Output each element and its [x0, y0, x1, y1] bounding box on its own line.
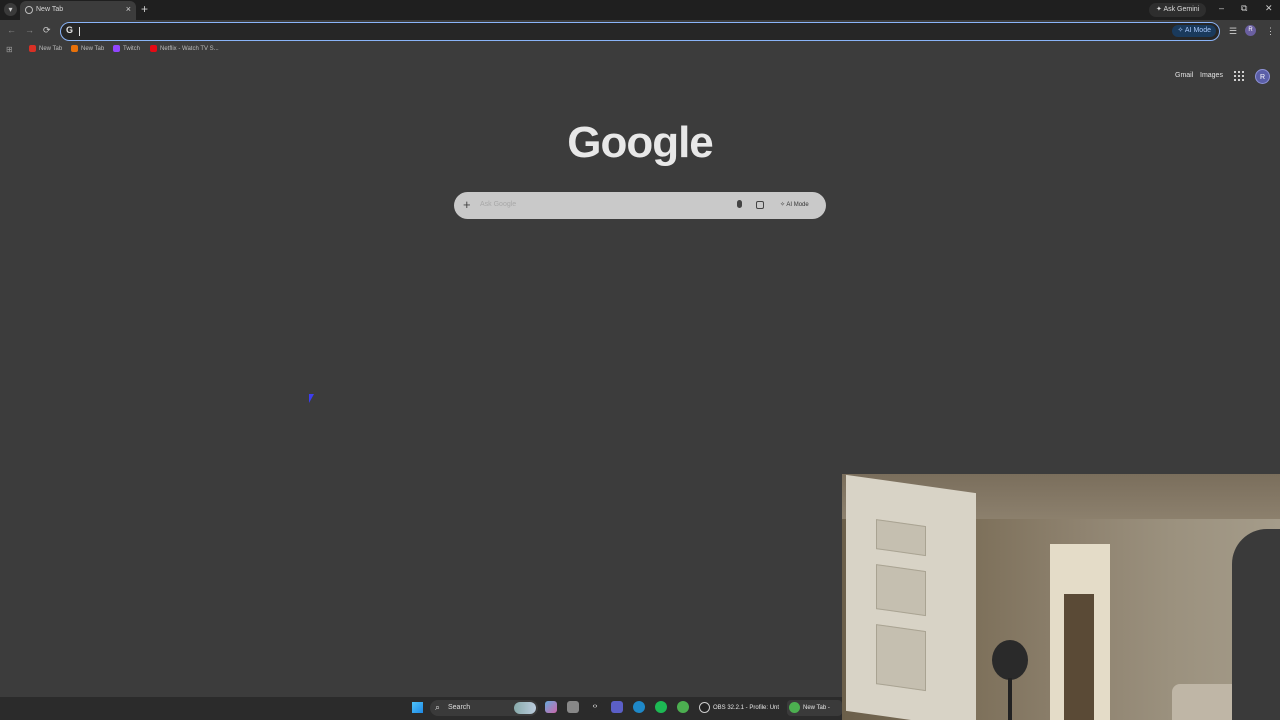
- ask-gemini-label: Ask Gemini: [1163, 6, 1200, 13]
- taskbar-task-obs[interactable]: OBS 32.2.1 - Profile: Unt: [697, 700, 783, 716]
- bookmark-item[interactable]: Twitch: [113, 45, 140, 54]
- chrome-icon[interactable]: [677, 701, 689, 713]
- taskbar-search[interactable]: ⌕ Search: [430, 700, 538, 716]
- search-icon: ⌕: [435, 702, 441, 712]
- search-box[interactable]: + Ask Google ✧ AI Mode: [454, 192, 826, 219]
- teams-icon[interactable]: [611, 701, 623, 713]
- ai-mode-button-label: AI Mode: [786, 202, 809, 208]
- webcam-hallway: [1064, 594, 1094, 720]
- spotify-icon[interactable]: [655, 701, 667, 713]
- bookmark-label: Netflix - Watch TV S...: [160, 46, 219, 53]
- new-tab-button[interactable]: +: [141, 2, 148, 16]
- ai-mode-chip[interactable]: ✧ AI Mode: [1172, 25, 1216, 37]
- profile-avatar-small[interactable]: R: [1245, 25, 1256, 36]
- images-link[interactable]: Images: [1200, 72, 1223, 79]
- ai-mode-button[interactable]: ✧ AI Mode: [780, 201, 809, 208]
- tab-close-icon[interactable]: ×: [126, 4, 131, 14]
- taskbar: ⌕ Search ‹› OBS 32.2.1 - Profile: Unt Ne…: [0, 697, 842, 720]
- webcam-fan: [992, 640, 1028, 680]
- google-lens-icon[interactable]: [756, 201, 764, 209]
- search-placeholder: Ask Google: [480, 201, 517, 208]
- bookmark-favicon-icon: [150, 45, 157, 52]
- mouse-cursor-icon: [309, 394, 314, 403]
- edge-icon[interactable]: [633, 701, 645, 713]
- bookmark-label: New Tab: [39, 46, 63, 53]
- bookmark-item[interactable]: New Tab: [71, 45, 104, 54]
- taskbar-task-label: New Tab - Go: [803, 705, 830, 711]
- close-window-button[interactable]: ✕: [1265, 3, 1273, 14]
- ask-gemini-button[interactable]: ✦ Ask Gemini: [1149, 3, 1207, 17]
- menu-icon[interactable]: ⋮: [1266, 26, 1275, 37]
- address-bar[interactable]: G ✧ AI Mode: [60, 22, 1220, 41]
- add-icon[interactable]: +: [463, 197, 471, 212]
- browser-toolbar: ← → ⟳ G ✧ AI Mode ☰ R ⋮: [0, 20, 1280, 43]
- microphone-icon[interactable]: [737, 200, 742, 208]
- tab-title: New Tab: [36, 6, 64, 13]
- webcam-door: [846, 474, 976, 720]
- gmail-link[interactable]: Gmail: [1175, 72, 1193, 79]
- ai-mode-chip-label: AI Mode: [1184, 27, 1211, 34]
- bookmark-item[interactable]: New Tab: [29, 45, 62, 54]
- door-panel: [876, 519, 926, 557]
- bookmark-favicon-icon: [71, 45, 78, 52]
- bookmark-favicon-icon: [29, 45, 36, 52]
- google-logo: Google: [567, 118, 714, 167]
- bookmark-label: New Tab: [81, 46, 105, 53]
- google-apps-icon[interactable]: [1234, 71, 1244, 81]
- door-panel: [876, 624, 926, 692]
- reload-button[interactable]: ⟳: [43, 25, 51, 36]
- taskbar-task-chrome[interactable]: New Tab - Go: [787, 700, 842, 716]
- start-icon[interactable]: [412, 702, 423, 713]
- file-explorer-icon[interactable]: [567, 701, 579, 713]
- copilot-icon[interactable]: [545, 701, 557, 713]
- google-g-icon: G: [66, 25, 74, 35]
- search-highlight-icon: [514, 702, 536, 714]
- taskbar-search-label: Search: [448, 704, 471, 711]
- forward-button[interactable]: →: [25, 25, 34, 35]
- chrome-icon: [789, 702, 800, 713]
- bookmark-favicon-icon: [113, 45, 120, 52]
- door-panel: [876, 564, 926, 617]
- account-avatar[interactable]: R: [1255, 69, 1270, 84]
- app-icon[interactable]: ‹›: [589, 701, 601, 713]
- text-caret: [79, 27, 80, 36]
- tab-search-icon[interactable]: ▾: [4, 3, 17, 16]
- obs-icon: [699, 702, 710, 713]
- bookmark-label: Twitch: [123, 46, 141, 53]
- bookmark-item[interactable]: Netflix - Watch TV S...: [150, 45, 219, 54]
- bookmarks-bar: ⊞ New Tab New Tab Twitch Netflix - Watch…: [0, 43, 1280, 57]
- chrome-favicon-icon: [25, 6, 33, 14]
- taskbar-task-label: OBS 32.2.1 - Profile: Unt: [713, 705, 780, 711]
- tab-new-tab[interactable]: New Tab ×: [20, 1, 136, 20]
- minimize-button[interactable]: –: [1219, 3, 1224, 13]
- apps-shortcut-icon[interactable]: ⊞: [6, 45, 13, 54]
- webcam-person: [1232, 529, 1280, 720]
- tab-strip: ▾ New Tab × + ✦ Ask Gemini – ⧉ ✕: [0, 0, 1280, 20]
- back-button[interactable]: ←: [7, 25, 16, 35]
- extensions-icon[interactable]: ☰: [1229, 26, 1237, 37]
- webcam-overlay: [842, 474, 1280, 720]
- restore-button[interactable]: ⧉: [1241, 3, 1247, 14]
- webcam-fan-pole: [1008, 678, 1012, 720]
